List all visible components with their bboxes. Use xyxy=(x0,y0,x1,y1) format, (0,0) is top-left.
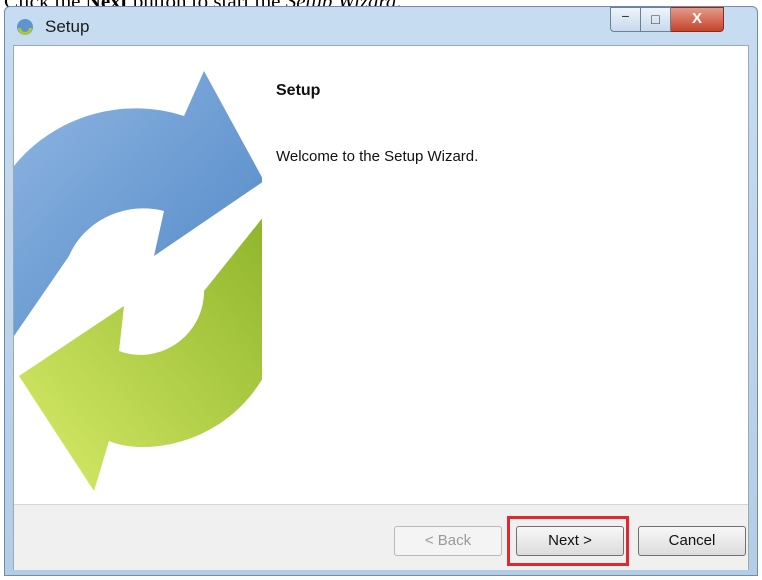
cancel-button[interactable]: Cancel xyxy=(638,526,746,556)
refresh-arrows-icon xyxy=(14,71,262,491)
maximize-icon: □ xyxy=(651,11,660,27)
next-button[interactable]: Next > xyxy=(516,526,624,556)
wizard-banner xyxy=(14,46,262,504)
button-bar: < Back Next > Cancel xyxy=(14,504,748,570)
setup-app-icon xyxy=(17,19,33,35)
title-bar[interactable]: Setup − □ X xyxy=(5,7,757,45)
minimize-icon: − xyxy=(621,8,630,24)
maximize-button[interactable]: □ xyxy=(641,7,671,32)
window-title: Setup xyxy=(45,17,90,36)
wizard-heading: Setup xyxy=(276,82,321,99)
close-icon: X xyxy=(691,10,702,27)
minimize-button[interactable]: − xyxy=(610,7,641,32)
back-button: < Back xyxy=(394,526,502,556)
welcome-text: Welcome to the Setup Wizard. xyxy=(276,148,479,165)
setup-window: Setup − □ X Setup Welcome to the Setup W… xyxy=(4,6,758,576)
close-button[interactable]: X xyxy=(671,7,724,32)
wizard-body: Setup Welcome to the Setup Wizard. < Bac… xyxy=(13,45,749,570)
